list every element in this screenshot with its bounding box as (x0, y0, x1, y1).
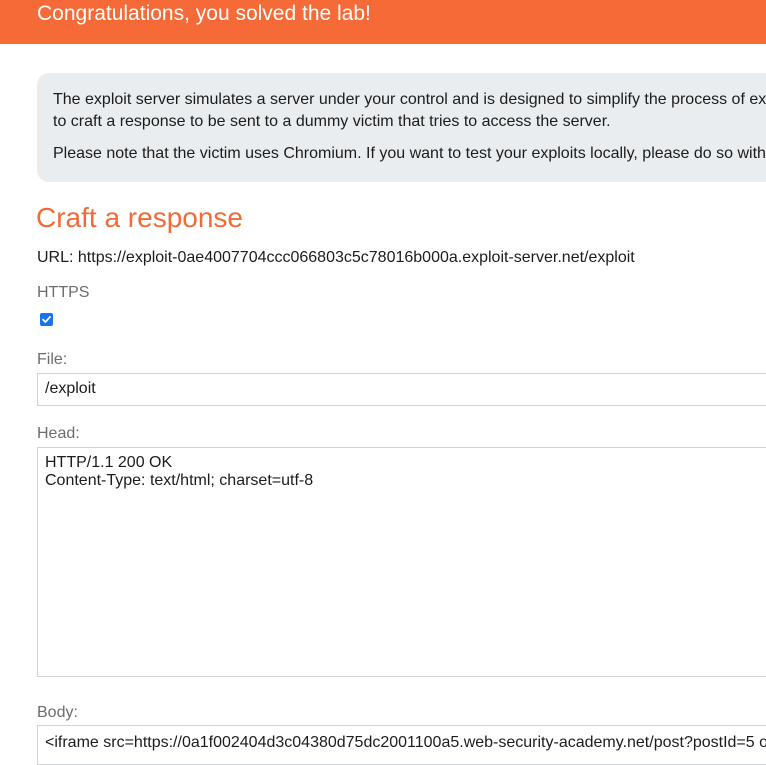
success-message: Congratulations, you solved the lab! (37, 2, 371, 25)
head-textarea[interactable]: HTTP/1.1 200 OK Content-Type: text/html;… (37, 447, 766, 677)
file-input[interactable]: /exploit (37, 373, 766, 406)
info-line-3: Please note that the victim uses Chromiu… (53, 145, 766, 162)
checkmark-icon (42, 316, 51, 323)
info-line-2: to craft a response to be sent to a dumm… (53, 113, 611, 130)
https-checkbox[interactable] (40, 313, 53, 326)
success-banner: Congratulations, you solved the lab! (0, 0, 766, 44)
file-label: File: (37, 351, 68, 368)
https-label: HTTPS (37, 284, 90, 301)
exploit-url: URL: https://exploit-0ae4007704ccc066803… (37, 249, 635, 266)
body-label: Body: (37, 704, 78, 721)
info-line-1: The exploit server simulates a server un… (53, 91, 766, 108)
head-label: Head: (37, 425, 80, 442)
body-textarea[interactable]: <iframe src=https://0a1f002404d3c04380d7… (37, 725, 766, 765)
info-box: The exploit server simulates a server un… (37, 73, 766, 182)
page-title: Craft a response (36, 202, 243, 233)
